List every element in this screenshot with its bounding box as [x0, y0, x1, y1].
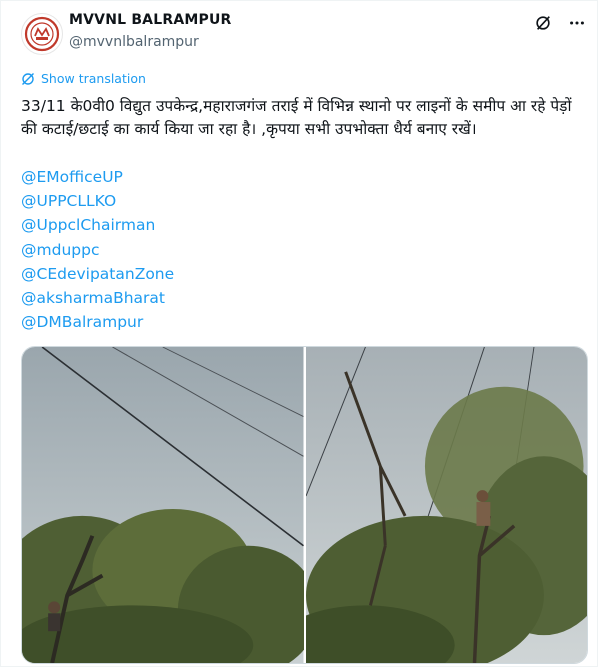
- show-translation-label: Show translation: [41, 71, 146, 86]
- mentions-list: @EMofficeUP @UPPCLLKO @UppclChairman @md…: [21, 165, 174, 334]
- photo-tree-trimming-left[interactable]: [22, 347, 304, 663]
- avatar[interactable]: [21, 13, 63, 55]
- more-horizontal-icon[interactable]: [567, 13, 587, 33]
- tweet-text: 33/11 के0वी0 विद्युत उपकेन्द्र,महाराजगंज…: [21, 97, 572, 138]
- mention-link[interactable]: @mduppc: [21, 238, 174, 262]
- mention-link[interactable]: @UPPCLLKO: [21, 189, 174, 213]
- media-grid: [21, 346, 588, 664]
- mention-link[interactable]: @aksharmaBharat: [21, 286, 174, 310]
- mention-link[interactable]: @UppclChairman: [21, 213, 174, 237]
- mention-link[interactable]: @EMofficeUP: [21, 165, 174, 189]
- user-handle[interactable]: @mvvnlbalrampur: [69, 34, 199, 50]
- globe-translate-icon: [22, 72, 34, 85]
- tweet-header-actions: [533, 13, 587, 33]
- show-translation-link[interactable]: Show translation: [21, 71, 146, 86]
- display-name[interactable]: MVVNL BALRAMPUR: [69, 12, 232, 28]
- mvvnl-logo-icon: [24, 16, 60, 52]
- photo-tree-trimming-right[interactable]: [305, 347, 587, 663]
- mention-link[interactable]: @CEdevipatanZone: [21, 262, 174, 286]
- tweet-card: MVVNL BALRAMPUR @mvvnlbalrampur Show tra…: [0, 0, 598, 667]
- grok-slash-icon[interactable]: [533, 13, 553, 33]
- mention-link[interactable]: @DMBalrampur: [21, 310, 174, 334]
